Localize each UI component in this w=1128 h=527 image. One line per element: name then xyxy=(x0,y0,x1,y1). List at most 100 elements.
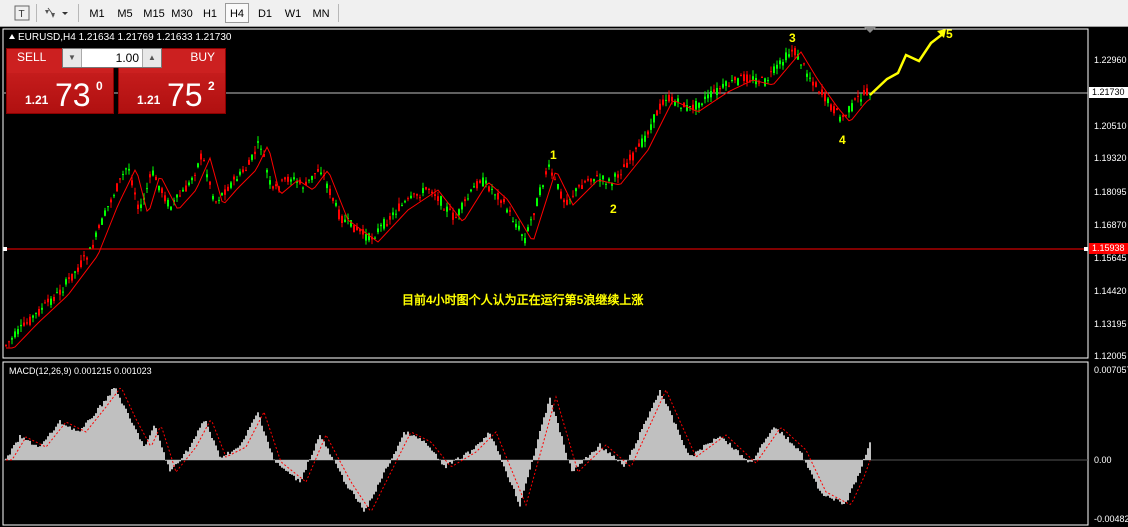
macd-bar xyxy=(7,455,9,460)
candle-body xyxy=(383,219,385,229)
macd-bar xyxy=(767,436,769,460)
macd-bar xyxy=(101,406,103,460)
candle-body xyxy=(545,171,547,175)
candle-body xyxy=(341,215,343,223)
macd-bar xyxy=(449,460,451,463)
candle-body xyxy=(395,213,397,215)
macd-bar xyxy=(243,439,245,460)
macd-bar xyxy=(417,438,419,460)
macd-bar xyxy=(115,388,117,460)
candle-body xyxy=(116,183,118,192)
candle-body xyxy=(806,73,808,77)
macd-bar xyxy=(833,460,835,501)
macd-bar xyxy=(69,426,71,460)
candle-body xyxy=(653,114,655,123)
timeframe-mn-button[interactable]: MN xyxy=(308,3,334,23)
timeframe-m30-button[interactable]: M30 xyxy=(168,3,196,23)
candle-body xyxy=(866,88,868,96)
timeframe-h4-button[interactable]: H4 xyxy=(225,3,249,23)
candle-body xyxy=(512,221,514,223)
macd-bar xyxy=(207,426,209,460)
candle-body xyxy=(689,106,691,108)
macd-bar xyxy=(163,452,165,460)
candle-body xyxy=(839,116,841,122)
level-handle-right[interactable] xyxy=(1084,247,1088,251)
candle-body xyxy=(326,183,328,189)
candle-body xyxy=(224,189,226,195)
candle-body xyxy=(308,179,310,181)
macd-bar xyxy=(155,428,157,460)
macd-bar xyxy=(269,448,271,460)
candle-body xyxy=(38,309,40,316)
candle-body xyxy=(26,322,28,324)
macd-bar xyxy=(177,460,179,464)
candle-body xyxy=(491,188,493,190)
text-tool-icon[interactable]: T xyxy=(14,5,30,21)
candle-body xyxy=(560,191,562,199)
candle-body xyxy=(695,101,697,110)
candle-body xyxy=(101,218,103,225)
lot-decrease-icon[interactable]: ▼ xyxy=(63,49,82,67)
lot-size-value[interactable]: 1.00 xyxy=(116,51,139,65)
macd-bar xyxy=(79,431,81,460)
objects-tool-icon[interactable] xyxy=(42,5,58,21)
macd-bar xyxy=(473,449,475,460)
macd-bar xyxy=(619,460,621,461)
macd-bar xyxy=(421,441,423,460)
macd-bar xyxy=(305,460,307,470)
chart-shift-marker[interactable] xyxy=(864,27,876,33)
macd-bar xyxy=(395,451,397,460)
candle-body xyxy=(590,178,592,182)
macd-bar xyxy=(433,452,435,460)
macd-bar xyxy=(241,442,243,460)
macd-bar xyxy=(47,436,49,460)
macd-bar xyxy=(85,422,87,460)
macd-bar xyxy=(147,439,149,460)
macd-bar xyxy=(153,425,155,460)
timeframe-m15-button[interactable]: M15 xyxy=(140,3,168,23)
macd-bar xyxy=(91,418,93,460)
candle-body xyxy=(848,106,850,113)
timeframe-m5-button[interactable]: M5 xyxy=(112,3,138,23)
macd-axis-label: 0.007057 xyxy=(1094,365,1128,375)
macd-bar xyxy=(201,423,203,460)
macd-bar xyxy=(391,458,393,460)
candle-body xyxy=(836,108,838,111)
lot-increase-icon[interactable]: ▲ xyxy=(142,49,161,67)
macd-bar xyxy=(661,396,663,460)
macd-bar xyxy=(307,460,309,462)
macd-bar xyxy=(27,440,29,460)
candle-body xyxy=(293,177,295,180)
candle-body xyxy=(581,185,583,189)
wave-label-2: 2 xyxy=(610,202,617,216)
macd-bar xyxy=(537,439,539,460)
macd-bar xyxy=(687,452,689,460)
macd-bar xyxy=(615,459,617,460)
macd-bar xyxy=(165,460,167,461)
chevron-down-icon[interactable] xyxy=(61,5,69,21)
macd-bar xyxy=(35,444,37,460)
candle-body xyxy=(734,77,736,81)
candle-body xyxy=(788,54,790,57)
timeframe-m1-button[interactable]: M1 xyxy=(84,3,110,23)
candle-body xyxy=(740,75,742,77)
macd-bar xyxy=(239,445,241,460)
candle-body xyxy=(437,196,439,201)
macd-bar xyxy=(789,442,791,460)
macd-bar xyxy=(223,455,225,460)
macd-bar xyxy=(263,431,265,460)
timeframe-h1-button[interactable]: H1 xyxy=(197,3,223,23)
timeframe-w1-button[interactable]: W1 xyxy=(280,3,306,23)
lot-size-stepper[interactable]: ▼ 1.00 ▲ xyxy=(62,48,162,68)
macd-bar xyxy=(509,460,511,483)
macd-bar xyxy=(567,459,569,460)
macd-bar xyxy=(757,452,759,460)
macd-bar xyxy=(117,394,119,460)
macd-bar xyxy=(595,450,597,460)
timeframe-d1-button[interactable]: D1 xyxy=(252,3,278,23)
candle-body xyxy=(434,194,436,196)
macd-bar xyxy=(415,436,417,460)
candle-body xyxy=(266,169,268,173)
candle-body xyxy=(41,307,43,310)
level-handle-left[interactable] xyxy=(3,247,7,251)
